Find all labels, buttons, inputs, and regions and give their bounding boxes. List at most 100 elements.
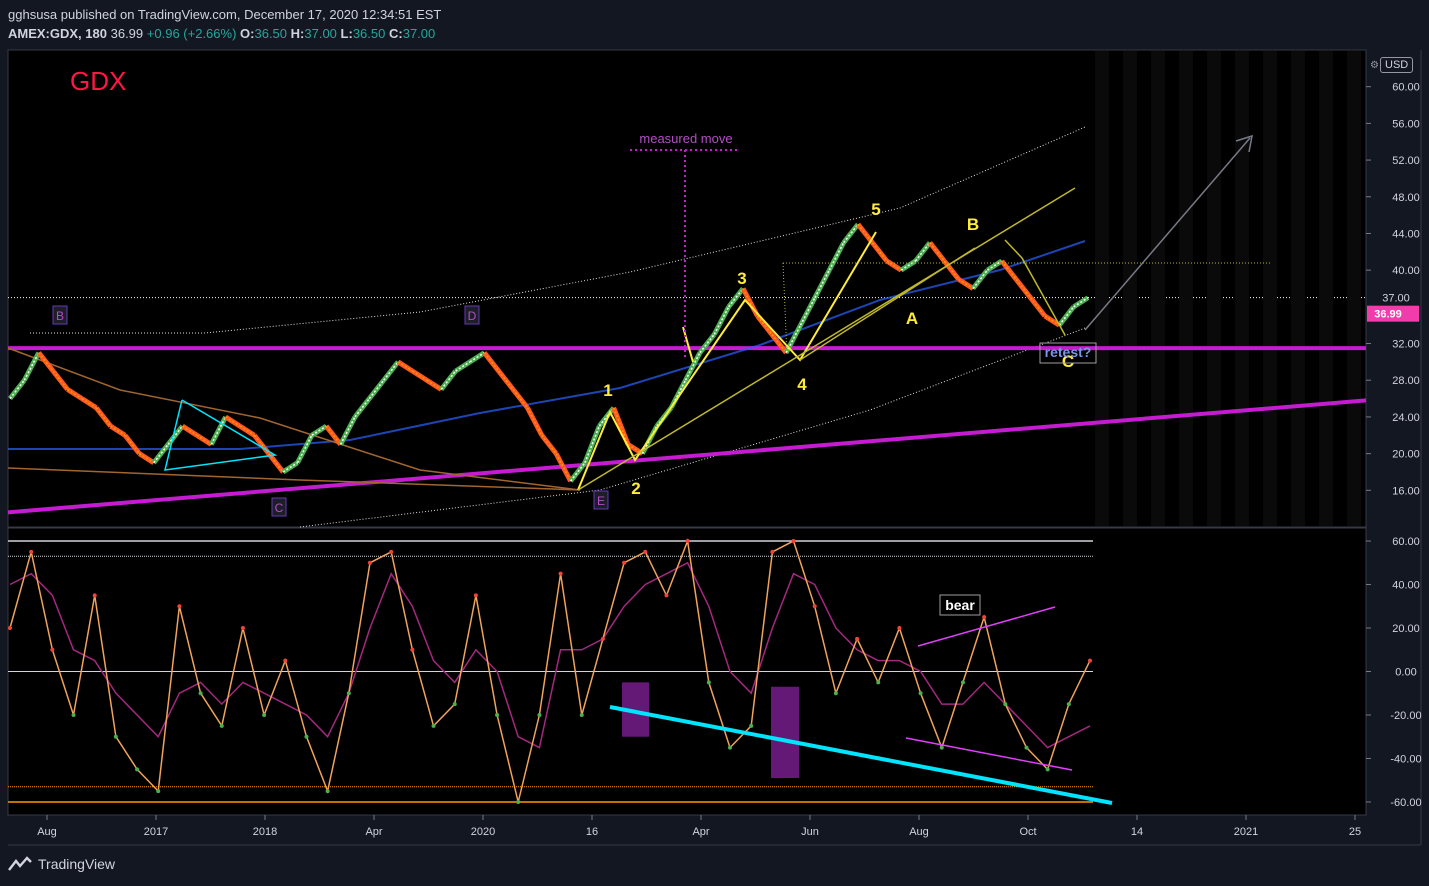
oscillator-dot (29, 549, 34, 554)
right-background-stripe (1291, 51, 1305, 526)
oscillator-dot (897, 626, 902, 631)
settings-icon[interactable]: ⚙ (1370, 60, 1379, 71)
tradingview-logo[interactable]: TradingView (8, 856, 115, 872)
osc-tick-label: -40.00 (1390, 753, 1421, 765)
oscillator-dot (452, 702, 457, 707)
oscillator-dot (918, 691, 923, 696)
oscillator-dot (939, 745, 944, 750)
close-price-label: 37.00 (1382, 293, 1410, 305)
oscillator-dot (431, 723, 436, 728)
right-background-stripe (1235, 51, 1249, 526)
oscillator-dot (262, 712, 267, 717)
oscillator-dot (876, 680, 881, 685)
oscillator-dot (791, 539, 796, 544)
osc-tick-label: 60.00 (1392, 536, 1420, 548)
wave-label-1: 1 (603, 381, 612, 400)
oscillator-dot (177, 604, 182, 609)
oscillator-dot (643, 549, 648, 554)
price-tick-label: 56.00 (1392, 118, 1420, 130)
osc-tick-label: -20.00 (1390, 710, 1421, 722)
time-tick-label: 2021 (1234, 826, 1258, 838)
chart-canvas[interactable]: 60.0056.0052.0048.0044.0040.0032.0028.00… (0, 0, 1429, 886)
oscillator-dot (770, 549, 775, 554)
oscillator-dot (410, 647, 415, 652)
price-tick-label: 32.00 (1392, 339, 1420, 351)
oscillator-dot (960, 680, 965, 685)
oscillator-dot (706, 680, 711, 685)
oscillator-dot (600, 636, 605, 641)
oscillator-dot (855, 636, 860, 641)
oscillator-dot (219, 723, 224, 728)
wave-label-4: 4 (797, 375, 807, 394)
right-background-stripe (1095, 51, 1109, 526)
wave-label-5: 5 (871, 200, 880, 219)
price-tick-label: 24.00 (1392, 412, 1420, 424)
oscillator-dot (389, 549, 394, 554)
time-tick-label: 2017 (144, 826, 168, 838)
time-tick-label: Jun (801, 826, 819, 838)
osc-tick-label: -60.00 (1390, 797, 1421, 809)
oscillator-dot (92, 593, 97, 598)
time-tick-label: Apr (692, 826, 709, 838)
osc-tick-label: 20.00 (1392, 623, 1420, 635)
time-tick-label: Aug (37, 826, 57, 838)
right-background-stripe (1151, 51, 1165, 526)
brand-name: TradingView (38, 856, 116, 872)
oscillator-dot (664, 593, 669, 598)
oscillator-dot (558, 571, 563, 576)
oscillator-dot (346, 691, 351, 696)
osc-tick-label: 40.00 (1392, 580, 1420, 592)
wave-label-2: 2 (631, 479, 640, 498)
price-tick-label: 44.00 (1392, 228, 1420, 240)
oscillator-dot (368, 560, 372, 565)
wave-label-a: A (906, 309, 918, 328)
retest-label: retest? (1045, 344, 1092, 360)
oscillator-dot (1066, 702, 1071, 707)
oscillator-dot (325, 789, 330, 794)
price-tick-label: 20.00 (1392, 449, 1420, 461)
oscillator-dot (516, 799, 521, 804)
bear-label: bear (945, 597, 975, 613)
oscillator-dot (283, 658, 288, 663)
time-tick-label: Aug (909, 826, 929, 838)
oscillator-dot (749, 723, 754, 728)
time-tick-label: Apr (365, 826, 382, 838)
oscillator-dot (1024, 745, 1029, 750)
currency-button[interactable]: USD (1380, 57, 1414, 73)
right-background-stripe (1263, 51, 1277, 526)
right-background-stripe (1319, 51, 1333, 526)
oscillator-dot (622, 560, 627, 565)
price-tick-label: 28.00 (1392, 375, 1420, 387)
oscillator-dot (982, 615, 987, 620)
price-tick-label: 52.00 (1392, 155, 1420, 167)
time-tick-label: 25 (1349, 826, 1361, 838)
last-price-label: 36.99 (1374, 309, 1402, 321)
chart-title: GDX (70, 66, 126, 96)
oscillator-dot (579, 712, 584, 717)
wave-label-3: 3 (737, 269, 746, 288)
oscillator-dot (198, 691, 203, 696)
oscillator-dot (304, 734, 309, 739)
box-label-e: E (597, 494, 605, 508)
time-tick-label: 16 (586, 826, 598, 838)
oscillator-dot (71, 712, 76, 717)
box-label-d: D (468, 309, 477, 323)
oscillator-dot (833, 691, 838, 696)
oscillator-dot (728, 745, 732, 750)
time-tick-label: Oct (1019, 826, 1036, 838)
oscillator-dot (50, 647, 55, 652)
oscillator-dot (1045, 767, 1050, 772)
oscillator-dot (135, 767, 140, 772)
oscillator-dot (812, 604, 817, 609)
time-tick-label: 2020 (471, 826, 495, 838)
oscillator-dot (240, 626, 245, 631)
oscillator-dot (156, 789, 161, 794)
box-label-b: B (56, 309, 64, 323)
time-tick-label: 14 (1131, 826, 1143, 838)
oscillator-dot (473, 593, 478, 598)
box-label-c: C (275, 501, 284, 515)
osc-tick-label: 0.00 (1395, 667, 1416, 679)
oscillator-dot (1088, 658, 1092, 663)
price-tick-label: 40.00 (1392, 265, 1420, 277)
oscillator-dot (8, 626, 12, 631)
